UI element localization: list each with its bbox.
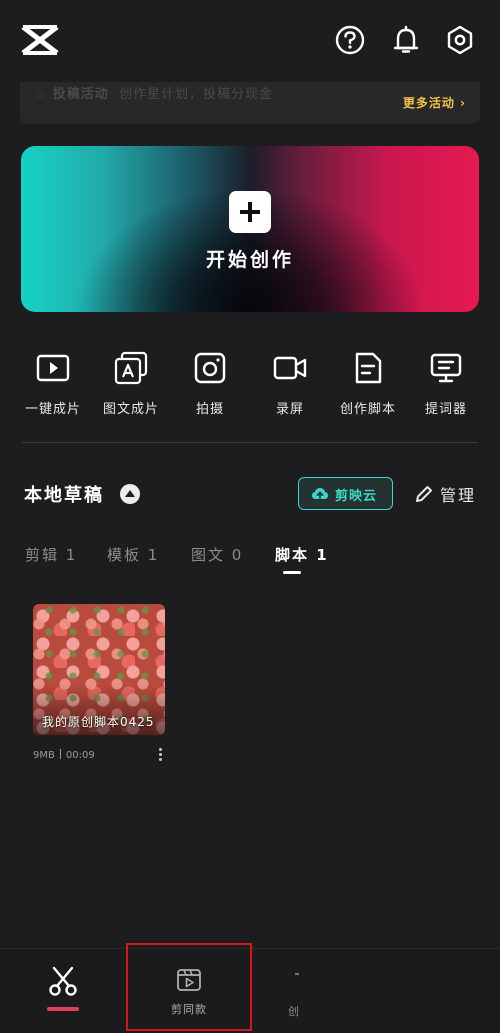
draft-meta: 9MB 00:09 <box>33 749 95 761</box>
script-document-icon <box>350 350 386 386</box>
tab-script[interactable]: 脚本 1 <box>275 544 329 565</box>
capcut-logo-icon <box>20 22 60 58</box>
pencil-icon <box>416 486 432 502</box>
tab-edit[interactable]: 剪辑 1 <box>25 544 77 565</box>
bell-icon[interactable] <box>390 24 422 56</box>
top-bar <box>0 0 500 80</box>
tool-screen-record[interactable]: 录屏 <box>250 344 330 417</box>
play-frame-icon <box>35 350 71 386</box>
tool-shoot[interactable]: 拍摄 <box>170 344 250 417</box>
teleprompter-icon <box>428 350 464 386</box>
tool-one-click-video[interactable]: 一键成片 <box>13 344 93 417</box>
tab-template[interactable]: 模板 1 <box>107 544 159 565</box>
nav-edit[interactable] <box>20 949 106 1033</box>
hexagon-settings-icon[interactable] <box>444 24 476 56</box>
draft-duration: 00:09 <box>65 750 95 761</box>
tab-image-text[interactable]: 图文 0 <box>191 544 243 565</box>
more-activities-link[interactable]: 更多活动 › <box>403 94 466 111</box>
activity-description: 创作星计划，投稿分现金 <box>118 87 273 102</box>
nav-create-label: 创 <box>288 1005 299 1018</box>
bottom-navigation: 剪同款 创 <box>0 943 500 1033</box>
tool-label: 提词器 <box>424 402 467 417</box>
activity-banner-text: ♨ 投稿活动 创作星计划，投稿分现金 <box>34 83 273 102</box>
activity-banner[interactable]: ♨ 投稿活动 创作星计划，投稿分现金 更多活动 › <box>20 82 480 124</box>
scissors-icon <box>49 966 77 996</box>
active-tab-indicator <box>283 571 301 574</box>
create-icon <box>295 973 299 975</box>
tool-creation-script[interactable]: 创作脚本 <box>328 344 408 417</box>
more-options-icon[interactable] <box>155 746 165 766</box>
manage-button-label: 管理 <box>440 486 477 505</box>
nav-same-template-label: 剪同款 <box>171 1003 207 1016</box>
clapperboard-play-icon <box>177 969 201 991</box>
local-drafts-title: 本地草稿 <box>24 485 104 506</box>
nav-same-template[interactable]: 剪同款 <box>126 943 252 1031</box>
start-creation-card[interactable]: 开始创作 <box>21 146 479 312</box>
draft-title: 我的原创脚本0425 <box>42 715 155 729</box>
active-nav-indicator <box>47 1007 79 1011</box>
start-creation-label: 开始创作 <box>205 249 294 271</box>
tool-text-to-video[interactable]: 图文成片 <box>91 344 171 417</box>
cloud-upload-icon <box>312 488 328 499</box>
manage-button[interactable]: 管理 <box>414 481 484 507</box>
meta-separator <box>59 749 61 759</box>
plus-icon <box>229 191 271 233</box>
section-divider <box>22 442 478 443</box>
tool-label: 图文成片 <box>102 402 159 417</box>
tool-teleprompter[interactable]: 提词器 <box>406 344 486 417</box>
tool-label: 拍摄 <box>195 402 224 417</box>
collapse-caret-icon[interactable] <box>120 484 140 504</box>
help-circle-icon[interactable] <box>334 24 366 56</box>
tools-row: 一键成片 图文成片 拍摄 录屏 创作脚本 提词器 <box>0 344 500 424</box>
tool-label: 录屏 <box>275 402 304 417</box>
nav-create[interactable]: 创 <box>280 949 320 1033</box>
text-frames-icon <box>113 350 149 386</box>
tool-label: 创作脚本 <box>339 402 396 417</box>
fire-icon: ♨ <box>34 86 48 102</box>
draft-size: 9MB <box>33 750 55 761</box>
camera-icon <box>192 350 228 386</box>
cloud-button-label: 剪映云 <box>335 489 378 504</box>
video-camera-icon <box>272 350 308 386</box>
cloud-button[interactable]: 剪映云 <box>298 477 393 510</box>
activity-label: 投稿活动 <box>52 87 109 102</box>
tool-label: 一键成片 <box>24 402 81 417</box>
